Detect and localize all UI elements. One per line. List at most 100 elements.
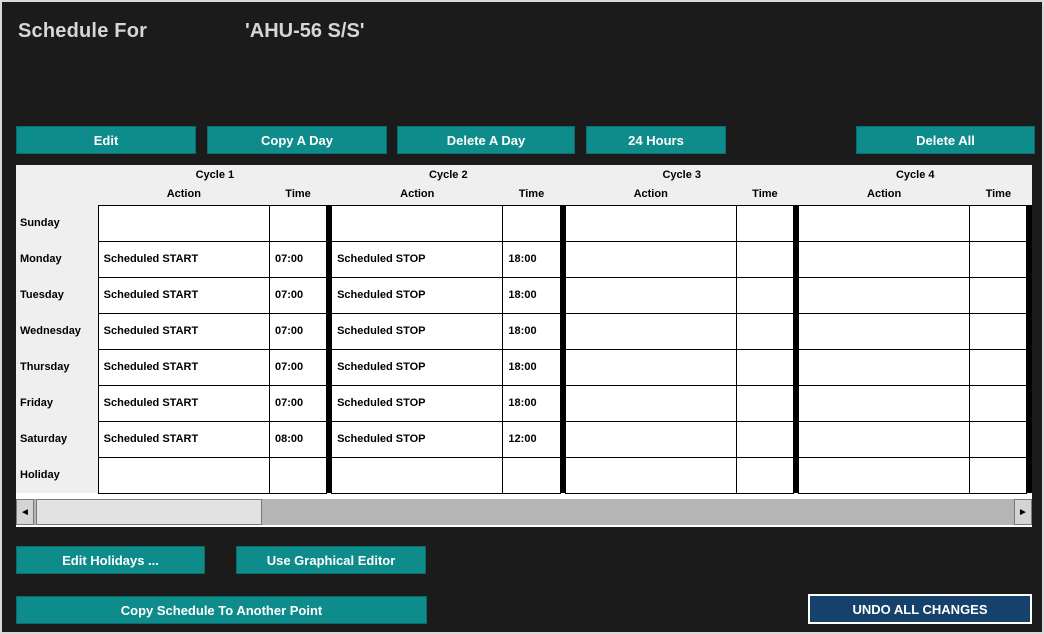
time-cell[interactable] bbox=[969, 384, 1028, 422]
time-cell[interactable]: 12:00 bbox=[502, 420, 561, 458]
action-cell[interactable]: Scheduled STOP bbox=[331, 420, 504, 458]
schedule-row: Monday Scheduled START 07:00 Scheduled STOP… bbox=[16, 240, 1032, 278]
action-cell[interactable]: Scheduled START bbox=[97, 348, 270, 386]
time-cell[interactable]: 07:00 bbox=[268, 312, 328, 350]
scrollbar-track[interactable] bbox=[34, 499, 1014, 525]
action-cell[interactable]: Scheduled START bbox=[97, 240, 270, 278]
action-cell[interactable] bbox=[331, 456, 504, 494]
action-cell[interactable] bbox=[564, 240, 737, 278]
cycle-4-header: Cycle 4 bbox=[798, 165, 1032, 184]
time-cell[interactable] bbox=[268, 204, 328, 242]
copy-a-day-button[interactable]: Copy A Day bbox=[207, 126, 387, 154]
action-column-header: Action bbox=[98, 184, 270, 205]
delete-all-button[interactable]: Delete All bbox=[856, 126, 1035, 154]
time-cell[interactable] bbox=[969, 240, 1028, 278]
cycle-divider bbox=[1026, 457, 1032, 493]
action-cell[interactable]: Scheduled START bbox=[97, 312, 270, 350]
action-cell[interactable]: Scheduled STOP bbox=[331, 384, 504, 422]
action-cell[interactable]: Scheduled START bbox=[97, 420, 270, 458]
cycle-1-header: Cycle 1 bbox=[98, 165, 332, 184]
schedule-row: Tuesday Scheduled START 07:00 Scheduled STO… bbox=[16, 276, 1032, 314]
action-cell[interactable] bbox=[564, 384, 737, 422]
day-label: Thursday bbox=[16, 349, 99, 385]
day-label: Saturday bbox=[16, 421, 99, 457]
action-column-header: Action bbox=[331, 184, 503, 205]
cycle-divider bbox=[1026, 205, 1032, 241]
time-cell[interactable] bbox=[735, 384, 794, 422]
time-column-header: Time bbox=[502, 184, 561, 205]
edit-button[interactable]: Edit bbox=[16, 126, 196, 154]
time-cell[interactable] bbox=[735, 420, 794, 458]
action-cell[interactable] bbox=[797, 456, 971, 494]
time-cell[interactable] bbox=[969, 348, 1028, 386]
time-cell[interactable]: 18:00 bbox=[502, 240, 561, 278]
time-cell[interactable] bbox=[969, 456, 1028, 494]
time-cell[interactable] bbox=[735, 312, 794, 350]
action-cell[interactable] bbox=[97, 456, 270, 494]
time-cell[interactable]: 18:00 bbox=[502, 276, 561, 314]
action-cell[interactable] bbox=[331, 204, 504, 242]
time-cell[interactable]: 08:00 bbox=[268, 420, 328, 458]
action-cell[interactable] bbox=[797, 312, 971, 350]
scrollbar-thumb[interactable] bbox=[36, 499, 262, 525]
day-label: Holiday bbox=[16, 457, 99, 493]
action-cell[interactable] bbox=[564, 204, 737, 242]
time-cell[interactable]: 18:00 bbox=[502, 384, 561, 422]
action-cell[interactable] bbox=[564, 456, 737, 494]
time-cell[interactable]: 07:00 bbox=[268, 276, 328, 314]
action-cell[interactable]: Scheduled STOP bbox=[331, 312, 504, 350]
horizontal-scrollbar[interactable]: ◄ ► bbox=[16, 499, 1032, 525]
time-cell[interactable] bbox=[969, 276, 1028, 314]
page-title: Schedule For bbox=[18, 20, 148, 42]
time-cell[interactable] bbox=[735, 456, 794, 494]
time-cell[interactable] bbox=[268, 456, 328, 494]
action-cell[interactable] bbox=[97, 204, 270, 242]
schedule-row: Thursday Scheduled START 07:00 Scheduled ST… bbox=[16, 348, 1032, 386]
time-cell[interactable]: 07:00 bbox=[268, 240, 328, 278]
edit-holidays-button[interactable]: Edit Holidays ... bbox=[16, 546, 205, 574]
time-cell[interactable] bbox=[969, 420, 1028, 458]
action-cell[interactable] bbox=[797, 348, 971, 386]
cycle-divider bbox=[1026, 313, 1032, 349]
time-cell[interactable] bbox=[969, 312, 1028, 350]
scroll-left-button[interactable]: ◄ bbox=[16, 499, 34, 525]
delete-a-day-button[interactable]: Delete A Day bbox=[397, 126, 575, 154]
time-cell[interactable] bbox=[969, 204, 1028, 242]
time-cell[interactable] bbox=[502, 456, 561, 494]
cycle-divider bbox=[1026, 277, 1032, 313]
schedule-row: Friday Scheduled START 07:00 Scheduled STOP… bbox=[16, 384, 1032, 422]
time-cell[interactable] bbox=[735, 240, 794, 278]
action-cell[interactable] bbox=[797, 240, 971, 278]
action-cell[interactable] bbox=[797, 384, 971, 422]
time-cell[interactable] bbox=[502, 204, 561, 242]
action-cell[interactable] bbox=[797, 204, 971, 242]
undo-all-changes-button[interactable]: UNDO ALL CHANGES bbox=[808, 594, 1032, 624]
time-column-header: Time bbox=[269, 184, 327, 205]
action-cell[interactable]: Scheduled STOP bbox=[331, 276, 504, 314]
time-cell[interactable] bbox=[735, 204, 794, 242]
action-cell[interactable] bbox=[564, 276, 737, 314]
time-cell[interactable] bbox=[735, 276, 794, 314]
action-cell[interactable] bbox=[797, 276, 971, 314]
action-cell[interactable]: Scheduled START bbox=[97, 384, 270, 422]
action-cell[interactable] bbox=[797, 420, 971, 458]
day-label: Monday bbox=[16, 241, 99, 277]
action-cell[interactable] bbox=[564, 348, 737, 386]
action-cell[interactable] bbox=[564, 312, 737, 350]
copy-schedule-button[interactable]: Copy Schedule To Another Point bbox=[16, 596, 427, 624]
time-cell[interactable]: 18:00 bbox=[502, 312, 561, 350]
action-cell[interactable]: Scheduled STOP bbox=[331, 240, 504, 278]
action-cell[interactable]: Scheduled STOP bbox=[331, 348, 504, 386]
action-cell[interactable]: Scheduled START bbox=[97, 276, 270, 314]
use-graphical-editor-button[interactable]: Use Graphical Editor bbox=[236, 546, 426, 574]
time-cell[interactable] bbox=[735, 348, 794, 386]
time-cell[interactable]: 07:00 bbox=[268, 348, 328, 386]
scroll-right-button[interactable]: ► bbox=[1014, 499, 1032, 525]
time-cell[interactable]: 18:00 bbox=[502, 348, 561, 386]
schedule-row: Sunday bbox=[16, 204, 1032, 242]
24-hours-button[interactable]: 24 Hours bbox=[586, 126, 726, 154]
schedule-window: Schedule For 'AHU-56 S/S' Edit Copy A Da… bbox=[0, 0, 1044, 634]
time-cell[interactable]: 07:00 bbox=[268, 384, 328, 422]
action-cell[interactable] bbox=[564, 420, 737, 458]
point-name: 'AHU-56 S/S' bbox=[245, 20, 365, 42]
